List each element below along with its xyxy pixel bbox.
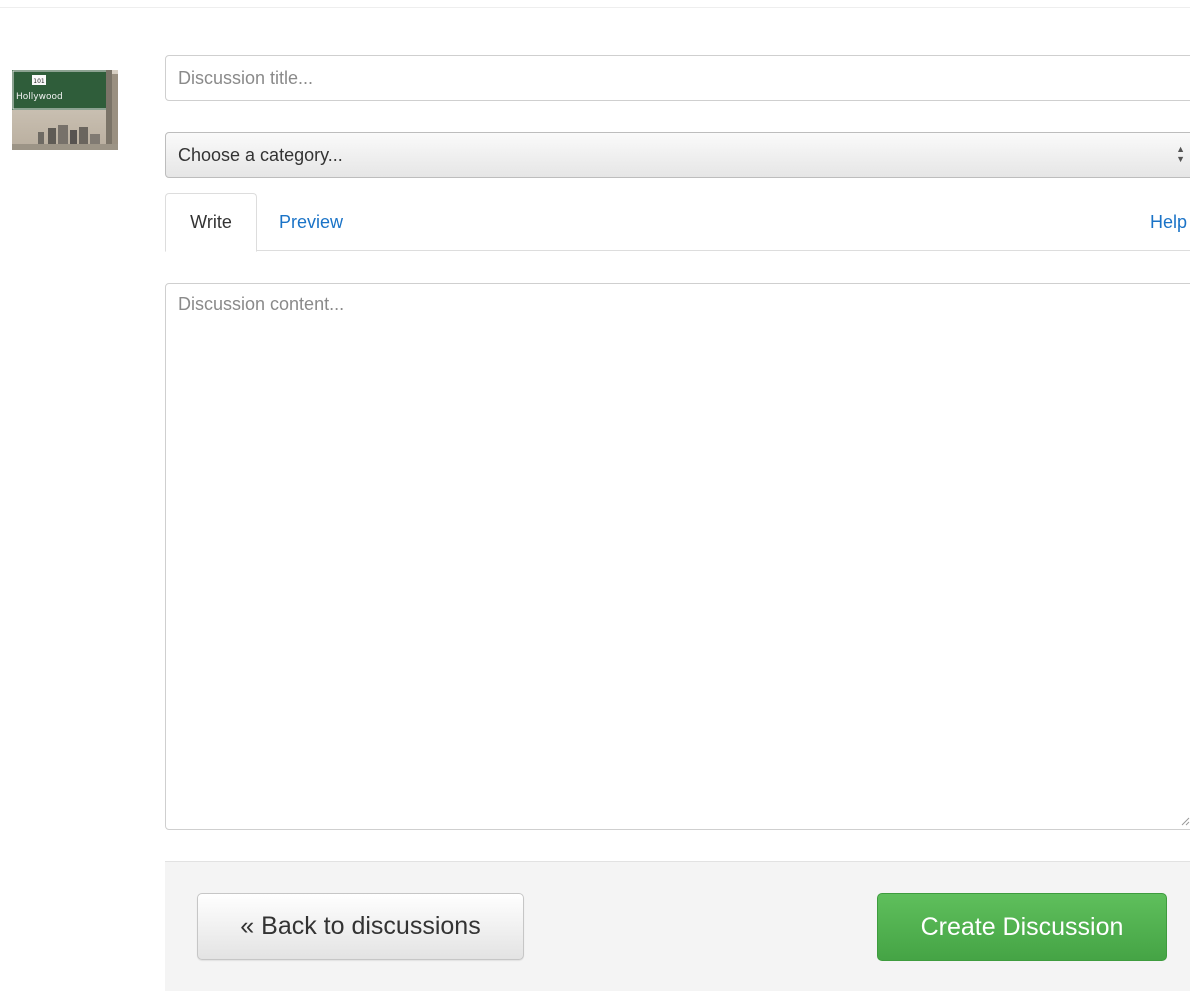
avatar[interactable]: 101 Hollywood	[12, 70, 118, 150]
updown-arrows-icon: ▲ ▼	[1176, 144, 1185, 164]
discussion-title-input[interactable]	[165, 55, 1190, 101]
resize-grip-icon[interactable]	[1180, 816, 1190, 826]
sign-text: Hollywood	[16, 92, 63, 102]
form-actions-bar: « Back to discussions Create Discussion	[165, 861, 1190, 991]
back-to-discussions-button[interactable]: « Back to discussions	[197, 893, 524, 960]
discussion-content-textarea[interactable]	[165, 283, 1190, 830]
sign-shield-text: 101	[33, 78, 45, 85]
editor-tabs: Write Preview Help	[165, 193, 1190, 252]
create-discussion-button[interactable]: Create Discussion	[877, 893, 1167, 961]
tab-write[interactable]: Write	[165, 193, 257, 252]
top-divider	[0, 7, 1190, 8]
help-link[interactable]: Help	[1150, 193, 1187, 251]
avatar-image: 101 Hollywood	[12, 70, 118, 150]
tab-preview[interactable]: Preview	[279, 193, 343, 251]
category-select[interactable]: Choose a category... ▲ ▼	[165, 132, 1190, 178]
category-selected-value: Choose a category...	[178, 144, 343, 165]
